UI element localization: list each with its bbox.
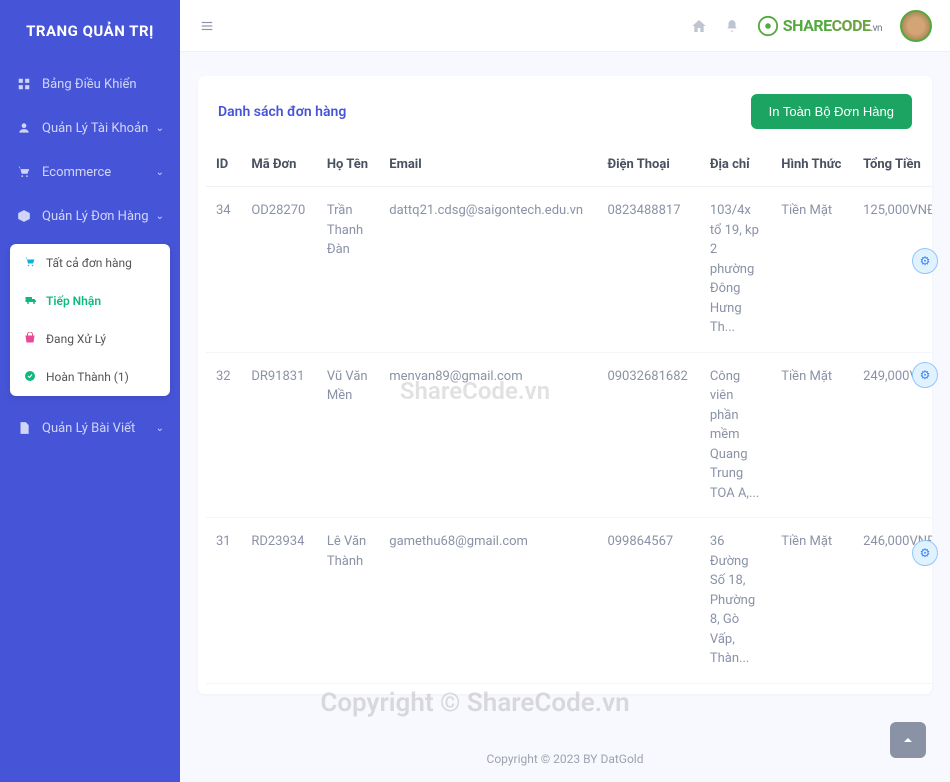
- sidebar-item-label: Bảng Điều Khiển: [42, 77, 137, 92]
- th-code[interactable]: Mã Đơn: [241, 143, 317, 187]
- chevron-down-icon: ⌄: [156, 211, 164, 222]
- scroll-top-button[interactable]: [890, 722, 926, 758]
- float-widget-icon[interactable]: ⚙: [912, 362, 938, 388]
- cell-name: Lê Văn Thành: [317, 518, 379, 684]
- box-icon: [16, 208, 32, 224]
- document-icon: [16, 420, 32, 436]
- hamburger-icon[interactable]: [198, 19, 216, 33]
- submenu-processing[interactable]: Đang Xử Lý: [10, 320, 170, 358]
- cell-address: 36 Đường Số 18, Phường 8, Gò Vấp, Thàn..…: [700, 518, 771, 684]
- sidebar-item-label: Quản Lý Tài Khoản: [42, 121, 148, 136]
- cell-phone: 0823488817: [597, 187, 699, 353]
- cart-icon: [16, 164, 32, 180]
- th-address[interactable]: Địa chỉ: [700, 143, 771, 187]
- cell-code: DR91831: [241, 352, 317, 518]
- logo-icon: [757, 15, 779, 37]
- logo[interactable]: SHARECODE.vn: [757, 15, 882, 37]
- chevron-down-icon: ⌄: [156, 423, 164, 434]
- dashboard-icon: [16, 76, 32, 92]
- table-scroll[interactable]: ID Mã Đơn Họ Tên Email Điện Thoại Địa ch…: [198, 143, 932, 694]
- truck-icon: [24, 294, 38, 308]
- cell-name: Trần Thanh Đàn: [317, 187, 379, 353]
- th-phone[interactable]: Điện Thoại: [597, 143, 699, 187]
- sidebar-item-dashboard[interactable]: Bảng Điều Khiển: [0, 62, 180, 106]
- chevron-up-icon: [902, 734, 914, 746]
- submenu-label: Tiếp Nhận: [46, 294, 101, 308]
- cell-id: 31: [206, 518, 241, 684]
- user-icon: [16, 120, 32, 136]
- chevron-down-icon: ⌄: [156, 167, 164, 178]
- sidebar-item-label: Quản Lý Bài Viết: [42, 421, 135, 436]
- submenu-received[interactable]: Tiếp Nhận: [10, 282, 170, 320]
- cell-address: 103/4x tổ 19, kp 2 phường Đông Hưng Th..…: [700, 187, 771, 353]
- cell-id: 34: [206, 187, 241, 353]
- main: SHARECODE.vn Danh sách đơn hàng In Toàn …: [180, 0, 950, 782]
- table-header-row: ID Mã Đơn Họ Tên Email Điện Thoại Địa ch…: [206, 143, 932, 187]
- sidebar-item-accounts[interactable]: Quản Lý Tài Khoản ⌄: [0, 106, 180, 150]
- cell-method: Tiền Mặt: [771, 352, 853, 518]
- sidebar-item-label: Ecommerce: [42, 165, 111, 180]
- cell-email: gamethu68@gmail.com: [379, 518, 597, 684]
- submenu-label: Tất cả đơn hàng: [46, 256, 132, 270]
- print-all-button[interactable]: In Toàn Bộ Đơn Hàng: [751, 94, 912, 129]
- submenu-completed[interactable]: Hoàn Thành (1): [10, 358, 170, 396]
- sidebar-item-label: Quản Lý Đơn Hàng: [42, 209, 149, 224]
- cell-phone: 09032681682: [597, 352, 699, 518]
- orders-card: Danh sách đơn hàng In Toàn Bộ Đơn Hàng I…: [198, 76, 932, 694]
- submenu-all-orders[interactable]: Tất cả đơn hàng: [10, 244, 170, 282]
- bag-icon: [24, 332, 38, 346]
- sidebar-item-orders[interactable]: Quản Lý Đơn Hàng ⌄: [0, 194, 180, 238]
- cell-code: OD28270: [241, 187, 317, 353]
- avatar[interactable]: [900, 10, 932, 42]
- footer: Copyright © 2023 BY DatGold: [180, 736, 950, 782]
- th-email[interactable]: Email: [379, 143, 597, 187]
- orders-table: ID Mã Đơn Họ Tên Email Điện Thoại Địa ch…: [206, 143, 932, 684]
- th-id[interactable]: ID: [206, 143, 241, 187]
- cell-code: RD23934: [241, 518, 317, 684]
- sidebar-title: TRANG QUẢN TRỊ: [0, 0, 180, 62]
- sidebar: TRANG QUẢN TRỊ Bảng Điều Khiển Quản Lý T…: [0, 0, 180, 782]
- float-widget-icon[interactable]: ⚙: [912, 540, 938, 566]
- table-row: 31RD23934Lê Văn Thànhgamethu68@gmail.com…: [206, 518, 932, 684]
- table-row: 34OD28270Trần Thanh Đàndattq21.cdsg@saig…: [206, 187, 932, 353]
- submenu-orders: Tất cả đơn hàng Tiếp Nhận Đang Xử Lý Hoà…: [10, 244, 170, 396]
- logo-text: SHARECODE.vn: [783, 16, 882, 35]
- th-total[interactable]: Tổng Tiền: [853, 143, 932, 187]
- cell-name: Vũ Văn Mền: [317, 352, 379, 518]
- cell-address: Công viên phần mềm Quang Trung TOA A,...: [700, 352, 771, 518]
- table-row: 32DR91831Vũ Văn Mềnmenvan89@gmail.com090…: [206, 352, 932, 518]
- card-title: Danh sách đơn hàng: [218, 104, 346, 120]
- sidebar-item-posts[interactable]: Quản Lý Bài Viết ⌄: [0, 406, 180, 450]
- chevron-down-icon: ⌄: [156, 123, 164, 134]
- cell-email: dattq21.cdsg@saigontech.edu.vn: [379, 187, 597, 353]
- home-icon[interactable]: [691, 18, 707, 34]
- float-widget-icon[interactable]: ⚙: [912, 248, 938, 274]
- cell-method: Tiền Mặt: [771, 518, 853, 684]
- bell-icon[interactable]: [725, 18, 739, 34]
- cell-method: Tiền Mặt: [771, 187, 853, 353]
- th-name[interactable]: Họ Tên: [317, 143, 379, 187]
- submenu-label: Đang Xử Lý: [46, 332, 106, 346]
- cell-id: 32: [206, 352, 241, 518]
- submenu-label: Hoàn Thành (1): [46, 370, 129, 384]
- cell-phone: 099864567: [597, 518, 699, 684]
- th-method[interactable]: Hình Thức: [771, 143, 853, 187]
- cell-email: menvan89@gmail.com: [379, 352, 597, 518]
- cart-icon: [24, 256, 38, 270]
- check-circle-icon: [24, 370, 38, 384]
- topbar: SHARECODE.vn: [180, 0, 950, 52]
- sidebar-item-ecommerce[interactable]: Ecommerce ⌄: [0, 150, 180, 194]
